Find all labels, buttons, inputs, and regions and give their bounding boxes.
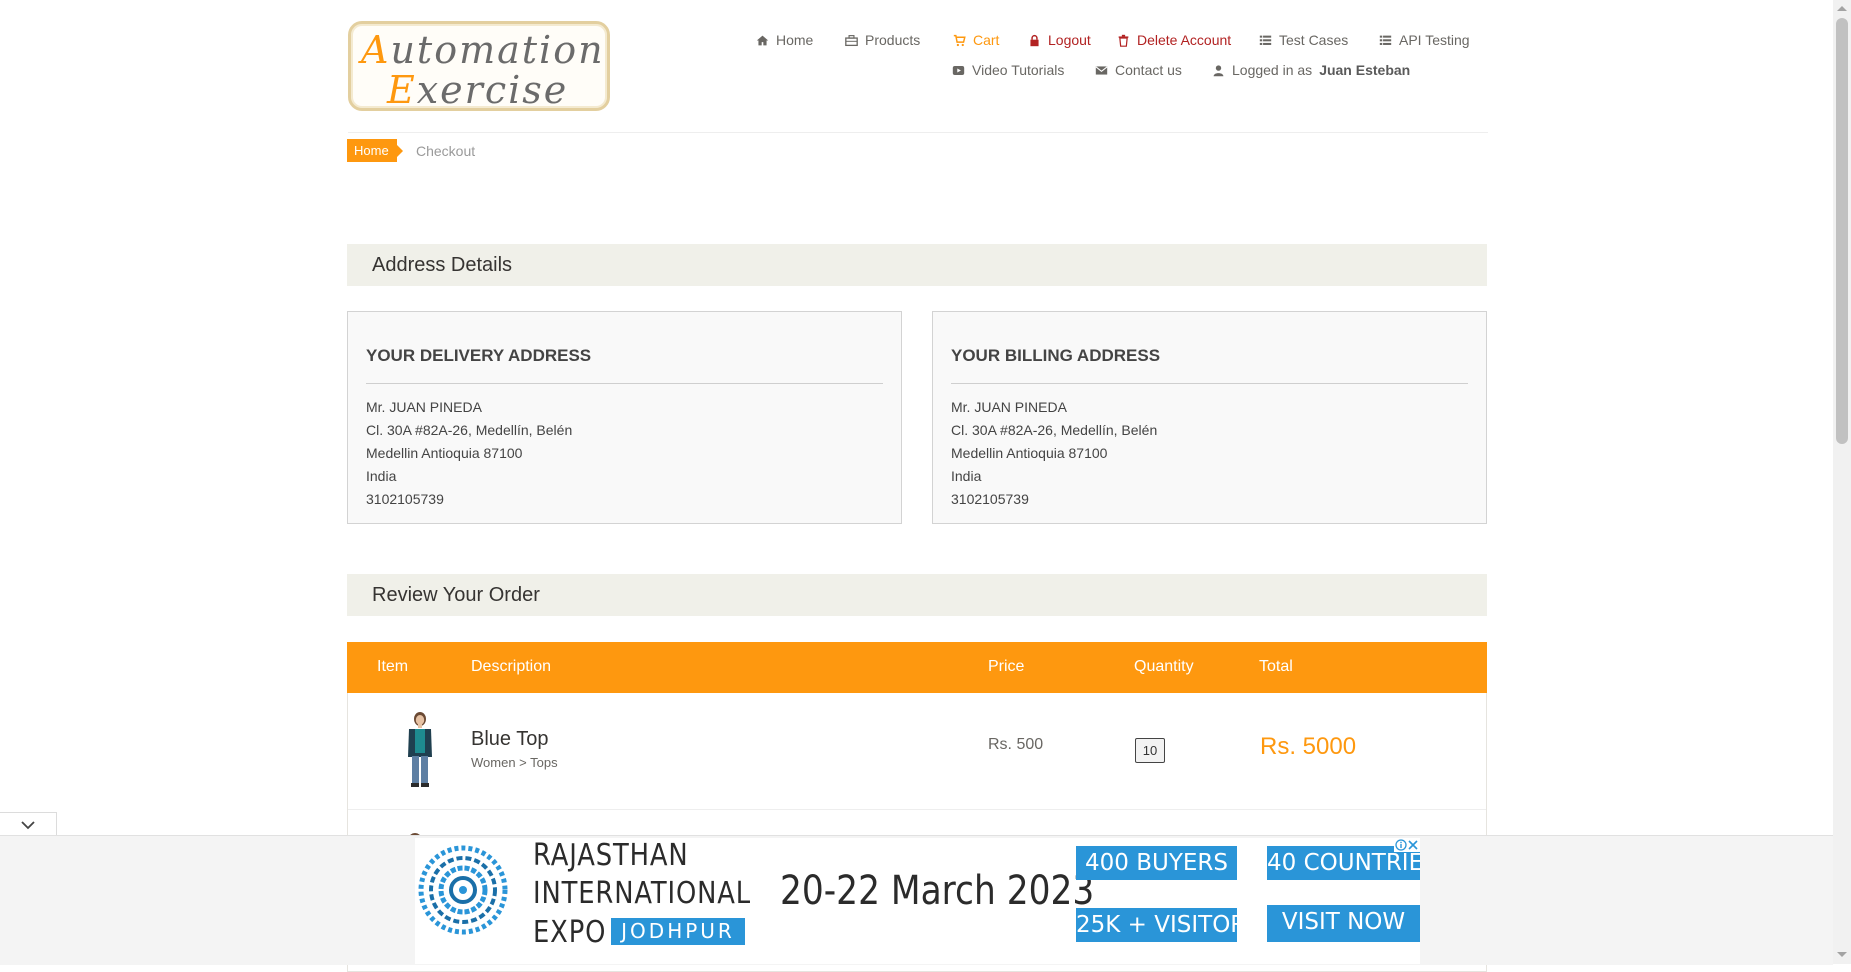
product-quantity: 10 (1135, 738, 1165, 763)
nav-contact-us-label: Contact us (1115, 62, 1182, 78)
envelope-icon (1095, 65, 1108, 75)
ad-line-1: RAJASTHAN (533, 838, 689, 873)
logged-in-prefix: Logged in as (1232, 62, 1313, 78)
ad-banner[interactable]: RAJASTHAN INTERNATIONAL EXPO JODHPUR 20-… (415, 838, 1420, 964)
col-total: Total (1259, 658, 1293, 675)
nav-test-cases[interactable]: Test Cases (1259, 32, 1348, 48)
breadcrumb-current: Checkout (416, 143, 476, 159)
col-description: Description (471, 658, 552, 675)
nav-test-cases-label: Test Cases (1279, 32, 1349, 48)
nav-video-tutorials[interactable]: Video Tutorials (952, 62, 1064, 78)
nav-delete-account-label: Delete Account (1137, 32, 1232, 48)
ad-line-2: INTERNATIONAL (533, 876, 752, 911)
nav-home[interactable]: Home (756, 32, 813, 48)
address-details-heading: Address Details (347, 244, 1487, 286)
header-divider (348, 132, 1488, 133)
logo-line-1-rest: utomation (390, 28, 605, 72)
billing-name: Mr. JUAN PINEDA (951, 399, 1067, 415)
product-category: Women > Tops (471, 755, 558, 770)
nav-api-testing-label: API Testing (1399, 32, 1470, 48)
nav-api-testing[interactable]: API Testing (1379, 32, 1470, 48)
breadcrumb-home[interactable]: Home (347, 139, 403, 162)
nav-delete-account[interactable]: Delete Account (1117, 32, 1231, 48)
delivery-address-title: YOUR DELIVERY ADDRESS (366, 312, 883, 384)
home-icon (756, 35, 769, 45)
col-quantity: Quantity (1134, 658, 1194, 675)
cart-icon (953, 34, 966, 46)
site-logo[interactable]: Automation Exercise (348, 21, 610, 112)
nav-products[interactable]: Products (845, 32, 920, 48)
nav-cart-label: Cart (973, 32, 1000, 48)
nav-cart[interactable]: Cart (953, 32, 999, 48)
adchoices-icon (1395, 839, 1407, 851)
billing-address-box: YOUR BILLING ADDRESS Mr. JUAN PINEDA Cl.… (932, 311, 1487, 524)
logo-line-2-rest: xercise (416, 68, 569, 112)
list-icon (1259, 35, 1272, 45)
vertical-scrollbar[interactable] (1833, 0, 1851, 964)
review-order-heading: Review Your Order (347, 574, 1487, 616)
billing-address-title: YOUR BILLING ADDRESS (951, 312, 1468, 384)
scroll-up-arrow[interactable] (1837, 6, 1847, 11)
lock-icon (1030, 34, 1039, 46)
nav-logout-label: Logout (1048, 32, 1091, 48)
order-table-header: Item Description Price Quantity Total (347, 642, 1487, 693)
nav-logout[interactable]: Logout (1028, 32, 1091, 48)
ad-line-3: EXPO (533, 915, 607, 950)
billing-address1: Cl. 30A #82A-26, Medellín, Belén (951, 422, 1158, 438)
logged-in-status: Logged in as Juan Esteban (1212, 62, 1410, 78)
col-item: Item (377, 658, 409, 675)
billing-phone: 3102105739 (951, 491, 1029, 507)
logo-line-1: Automation (361, 28, 605, 72)
delivery-address1: Cl. 30A #82A-26, Medellín, Belén (366, 422, 573, 438)
nav-home-label: Home (776, 32, 814, 48)
logged-in-user: Juan Esteban (1319, 62, 1411, 78)
product-name[interactable]: Blue Top (471, 728, 548, 751)
nav-products-label: Products (865, 32, 921, 48)
ad-dates: 20-22 March 2023 (780, 868, 1095, 914)
delivery-name: Mr. JUAN PINEDA (366, 399, 482, 415)
ad-city: JODHPUR (611, 918, 745, 945)
product-price: Rs. 500 (988, 736, 1044, 753)
ad-close[interactable] (1394, 838, 1420, 852)
chevron-down-icon (21, 821, 35, 830)
delivery-address-box: YOUR DELIVERY ADDRESS Mr. JUAN PINEDA Cl… (347, 311, 902, 524)
user-icon (1213, 64, 1224, 76)
scrollbar-thumb[interactable] (1836, 18, 1848, 444)
ad-mandala-logo (418, 845, 508, 935)
trash-icon (1118, 34, 1129, 47)
product-total: Rs. 5000 (1260, 733, 1357, 760)
ad-collapse-toggle[interactable] (0, 812, 57, 836)
delivery-phone: 3102105739 (366, 491, 444, 507)
ad-badge-visitors: 25K + VISITORS (1076, 908, 1237, 942)
table-row: Blue Top Women > Tops Rs. 500 10 Rs. 500… (348, 693, 1486, 810)
delivery-country: India (366, 468, 397, 484)
close-icon (1408, 840, 1418, 850)
billing-country: India (951, 468, 982, 484)
video-icon (952, 65, 965, 75)
logo-line-2: Exercise (387, 68, 569, 112)
nav-contact-us[interactable]: Contact us (1095, 62, 1182, 78)
billing-city-state-zip: Medellin Antioquia 87100 (951, 445, 1108, 461)
ad-visit-now-button[interactable]: VISIT NOW (1267, 905, 1420, 942)
col-price: Price (988, 658, 1025, 675)
product-image[interactable] (400, 709, 440, 789)
list-icon (1379, 35, 1392, 45)
scroll-down-arrow[interactable] (1837, 952, 1847, 957)
delivery-city-state-zip: Medellin Antioquia 87100 (366, 445, 523, 461)
ad-badge-buyers: 400 BUYERS (1076, 846, 1237, 880)
nav-video-tutorials-label: Video Tutorials (972, 62, 1065, 78)
products-icon (845, 34, 858, 46)
